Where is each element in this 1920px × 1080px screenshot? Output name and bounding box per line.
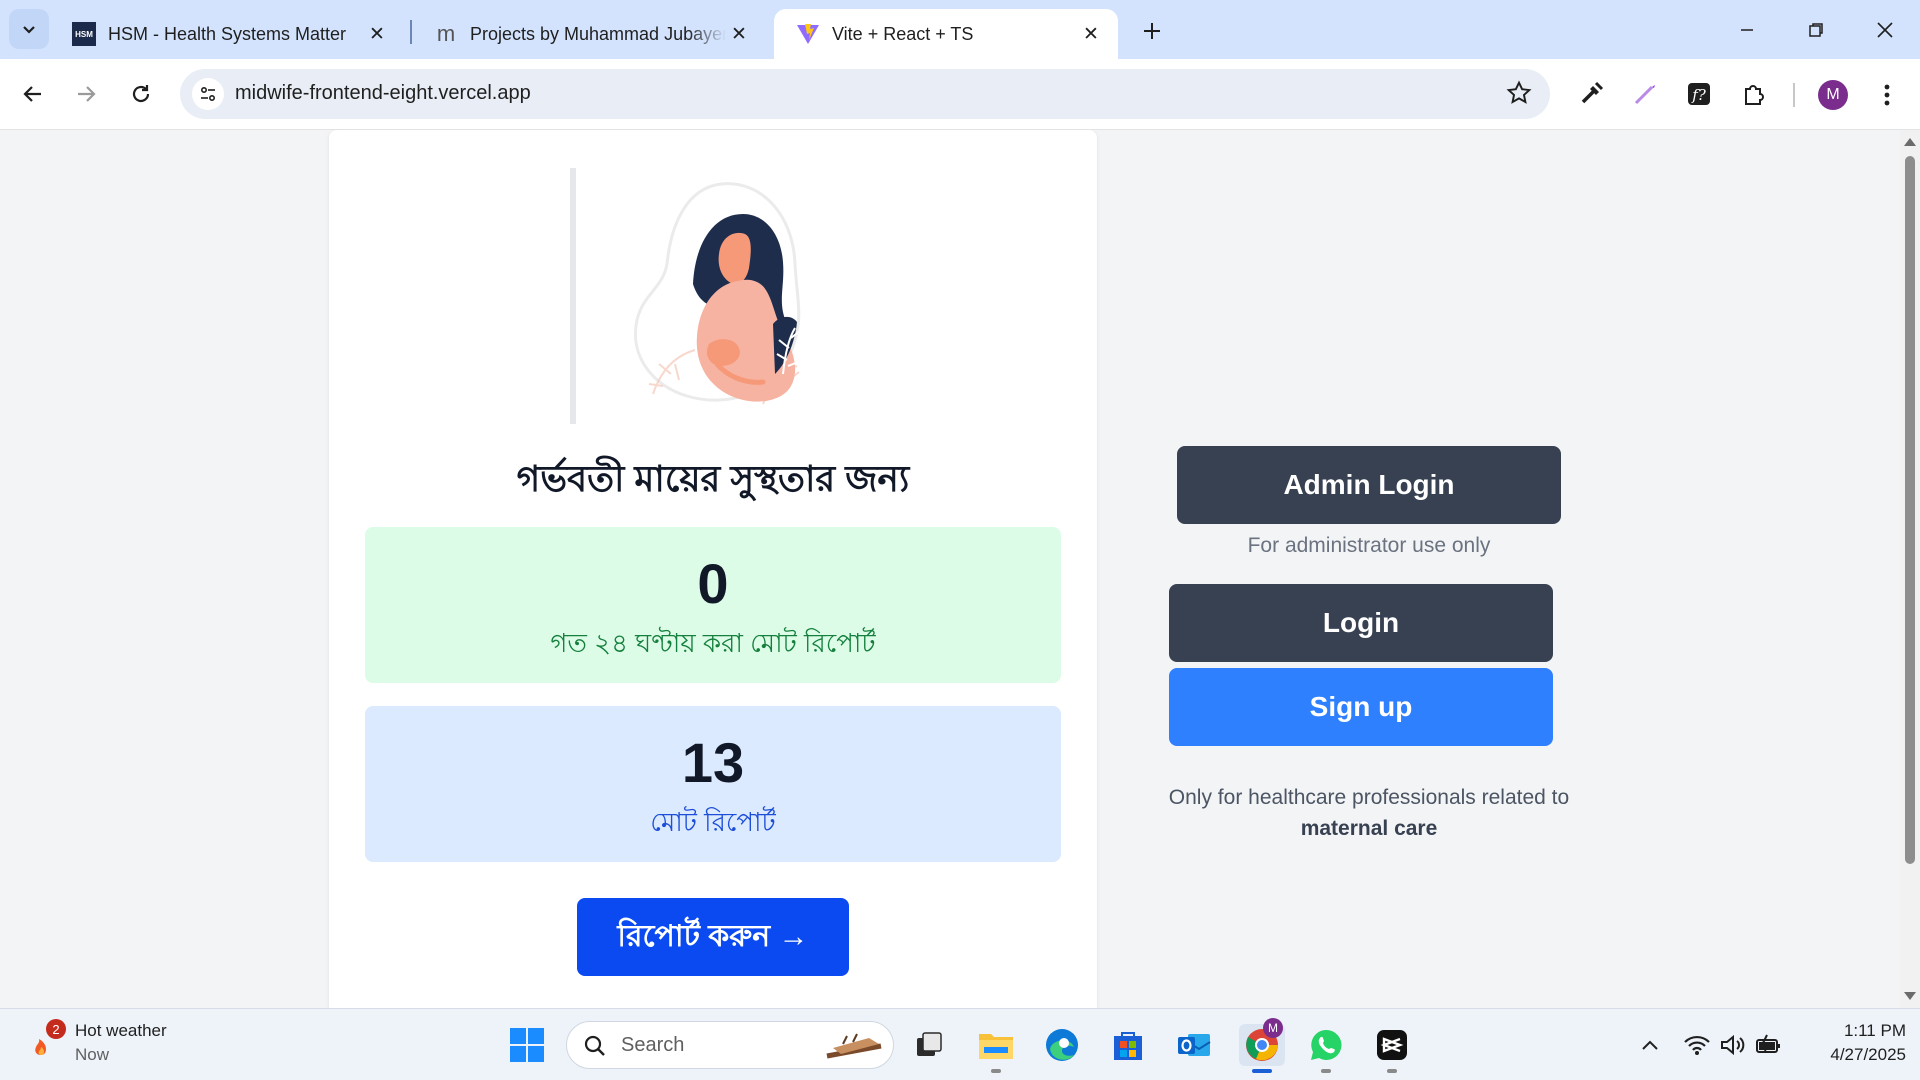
running-indicator xyxy=(1321,1069,1331,1073)
close-icon xyxy=(1877,22,1893,38)
tune-icon xyxy=(200,86,216,102)
search-highlight-image-icon xyxy=(826,1033,882,1059)
url-text: midwife-frontend-eight.vercel.app xyxy=(235,82,531,104)
volume-icon[interactable] xyxy=(1717,1027,1749,1063)
pregnant-woman-illustration xyxy=(613,174,833,414)
scroll-up-arrow-icon[interactable] xyxy=(1904,138,1916,146)
reload-icon xyxy=(132,85,150,103)
hsm-favicon-icon: HSM xyxy=(72,22,96,46)
tab-title: Vite + React + TS xyxy=(832,23,974,44)
show-hidden-icons-chevron-icon[interactable] xyxy=(1634,1027,1666,1063)
minimize-button[interactable] xyxy=(1722,10,1772,50)
capcut-icon[interactable] xyxy=(1371,1024,1413,1066)
close-window-button[interactable] xyxy=(1860,10,1910,50)
stat-label: গত ২৪ ঘণ্টায় করা মোট রিপোর্ট xyxy=(550,628,876,658)
admin-note: For administrator use only xyxy=(1247,534,1491,557)
file-explorer-icon[interactable] xyxy=(975,1024,1017,1066)
tab-title: HSM - Health Systems Matter xyxy=(108,23,347,44)
m-favicon-icon: m xyxy=(436,21,456,46)
back-button[interactable] xyxy=(15,76,51,112)
scrollbar-thumb[interactable] xyxy=(1905,156,1915,864)
pen-extension-icon[interactable] xyxy=(1627,76,1663,112)
professional-note-text: Only for healthcare professionals relate… xyxy=(1168,786,1570,809)
windows-start-icon[interactable] xyxy=(506,1024,548,1066)
clock-date: 4/27/2025 xyxy=(1830,1045,1906,1064)
tab-strip: HSM HSM - Health Systems Matter ✕ m Proj… xyxy=(0,0,1920,59)
professional-note: Only for healthcare professionals relate… xyxy=(1109,782,1629,844)
tab-title: Projects by Muhammad Jubayer xyxy=(470,23,726,44)
report-card: গর্ভবতী মায়ের সুস্থতার জন্য 0 গত ২৪ ঘণ্… xyxy=(329,130,1097,1008)
battery-icon[interactable] xyxy=(1753,1027,1785,1063)
profile-avatar[interactable]: M xyxy=(1818,80,1848,110)
close-tab-icon[interactable]: ✕ xyxy=(726,21,752,47)
restore-button[interactable] xyxy=(1791,10,1841,50)
admin-login-button[interactable]: Admin Login xyxy=(1177,446,1561,524)
browser-toolbar: midwife-frontend-eight.vercel.app f? M xyxy=(0,59,1920,130)
search-icon xyxy=(584,1035,605,1056)
weather-badge: 2 xyxy=(46,1019,66,1039)
site-info-button[interactable] xyxy=(192,78,224,110)
tab-projects[interactable]: m Projects by Muhammad Jubayer ✕ xyxy=(412,9,766,59)
login-button[interactable]: Login xyxy=(1169,584,1553,662)
restore-icon xyxy=(1809,23,1823,37)
new-tab-button[interactable] xyxy=(1134,13,1170,49)
tab-search-dropdown[interactable] xyxy=(9,9,49,49)
report-button[interactable]: রিপোর্ট করুন → xyxy=(577,898,849,976)
tab-vite-react[interactable]: Vite + React + TS ✕ xyxy=(774,9,1118,59)
page-viewport: গর্ভবতী মায়ের সুস্থতার জন্য 0 গত ২৪ ঘণ্… xyxy=(0,130,1900,1008)
chrome-taskbar-icon[interactable]: M xyxy=(1239,1018,1285,1066)
extensions-puzzle-icon[interactable] xyxy=(1736,76,1772,112)
arrow-right-icon xyxy=(78,86,96,102)
page-scrollbar[interactable] xyxy=(1900,130,1920,1008)
vite-favicon-icon xyxy=(796,22,820,46)
stat-value: 13 xyxy=(681,731,745,794)
weather-title: Hot weather xyxy=(75,1021,167,1040)
plus-icon xyxy=(1144,23,1160,39)
taskbar-search[interactable]: Search xyxy=(566,1021,894,1069)
professional-note-emphasis: maternal care xyxy=(1300,817,1438,840)
wifi-icon[interactable] xyxy=(1681,1027,1713,1063)
close-tab-icon[interactable]: ✕ xyxy=(1078,21,1104,47)
eyedropper-extension-icon[interactable] xyxy=(1573,76,1609,112)
stat-reports-24h: 0 গত ২৪ ঘণ্টায় করা মোট রিপোর্ট xyxy=(365,527,1061,683)
browser-menu-button[interactable] xyxy=(1872,79,1902,111)
outlook-icon[interactable] xyxy=(1173,1024,1215,1066)
signup-button[interactable]: Sign up xyxy=(1169,668,1553,746)
search-placeholder: Search xyxy=(621,1034,685,1056)
weather-subtitle: Now xyxy=(75,1045,110,1064)
scroll-down-arrow-icon[interactable] xyxy=(1904,992,1916,1000)
tab-hsm[interactable]: HSM HSM - Health Systems Matter ✕ xyxy=(50,9,404,59)
reload-button[interactable] xyxy=(123,76,159,112)
decorative-divider xyxy=(570,168,576,424)
svg-text:f?: f? xyxy=(1691,86,1707,104)
bookmark-star-icon[interactable] xyxy=(1506,80,1532,111)
forward-button[interactable] xyxy=(68,76,104,112)
whatsapp-icon[interactable] xyxy=(1305,1024,1347,1066)
address-bar[interactable]: midwife-frontend-eight.vercel.app xyxy=(180,69,1550,119)
toolbar-separator xyxy=(1793,83,1795,107)
page-headline: গর্ভবতী মায়ের সুস্থতার জন্য xyxy=(516,458,910,499)
microsoft-store-icon[interactable] xyxy=(1107,1024,1149,1066)
weather-widget[interactable]: 2 Hot weather Now xyxy=(26,1019,206,1069)
close-tab-icon[interactable]: ✕ xyxy=(364,21,390,47)
clock-time: 1:11 PM xyxy=(1843,1021,1906,1040)
font-extension-icon[interactable]: f? xyxy=(1681,76,1717,112)
running-indicator xyxy=(991,1069,1001,1073)
taskbar-clock[interactable]: 1:11 PM 4/27/2025 xyxy=(1800,1019,1906,1067)
task-view-icon[interactable] xyxy=(908,1024,950,1066)
stat-total-reports: 13 মোট রিপোর্ট xyxy=(365,706,1061,862)
running-indicator xyxy=(1387,1069,1397,1073)
stat-value: 0 xyxy=(697,552,729,615)
stat-label: মোট রিপোর্ট xyxy=(650,807,776,837)
minimize-icon xyxy=(1741,29,1753,31)
arrow-left-icon xyxy=(23,86,41,102)
chrome-profile-badge: M xyxy=(1263,1018,1283,1038)
active-indicator xyxy=(1252,1069,1272,1073)
windows-taskbar: 2 Hot weather Now Search M 1:11 PM 4/27/… xyxy=(0,1008,1920,1080)
edge-browser-icon[interactable] xyxy=(1041,1024,1083,1066)
chevron-down-icon xyxy=(23,26,35,34)
more-vertical-icon xyxy=(1884,84,1890,106)
